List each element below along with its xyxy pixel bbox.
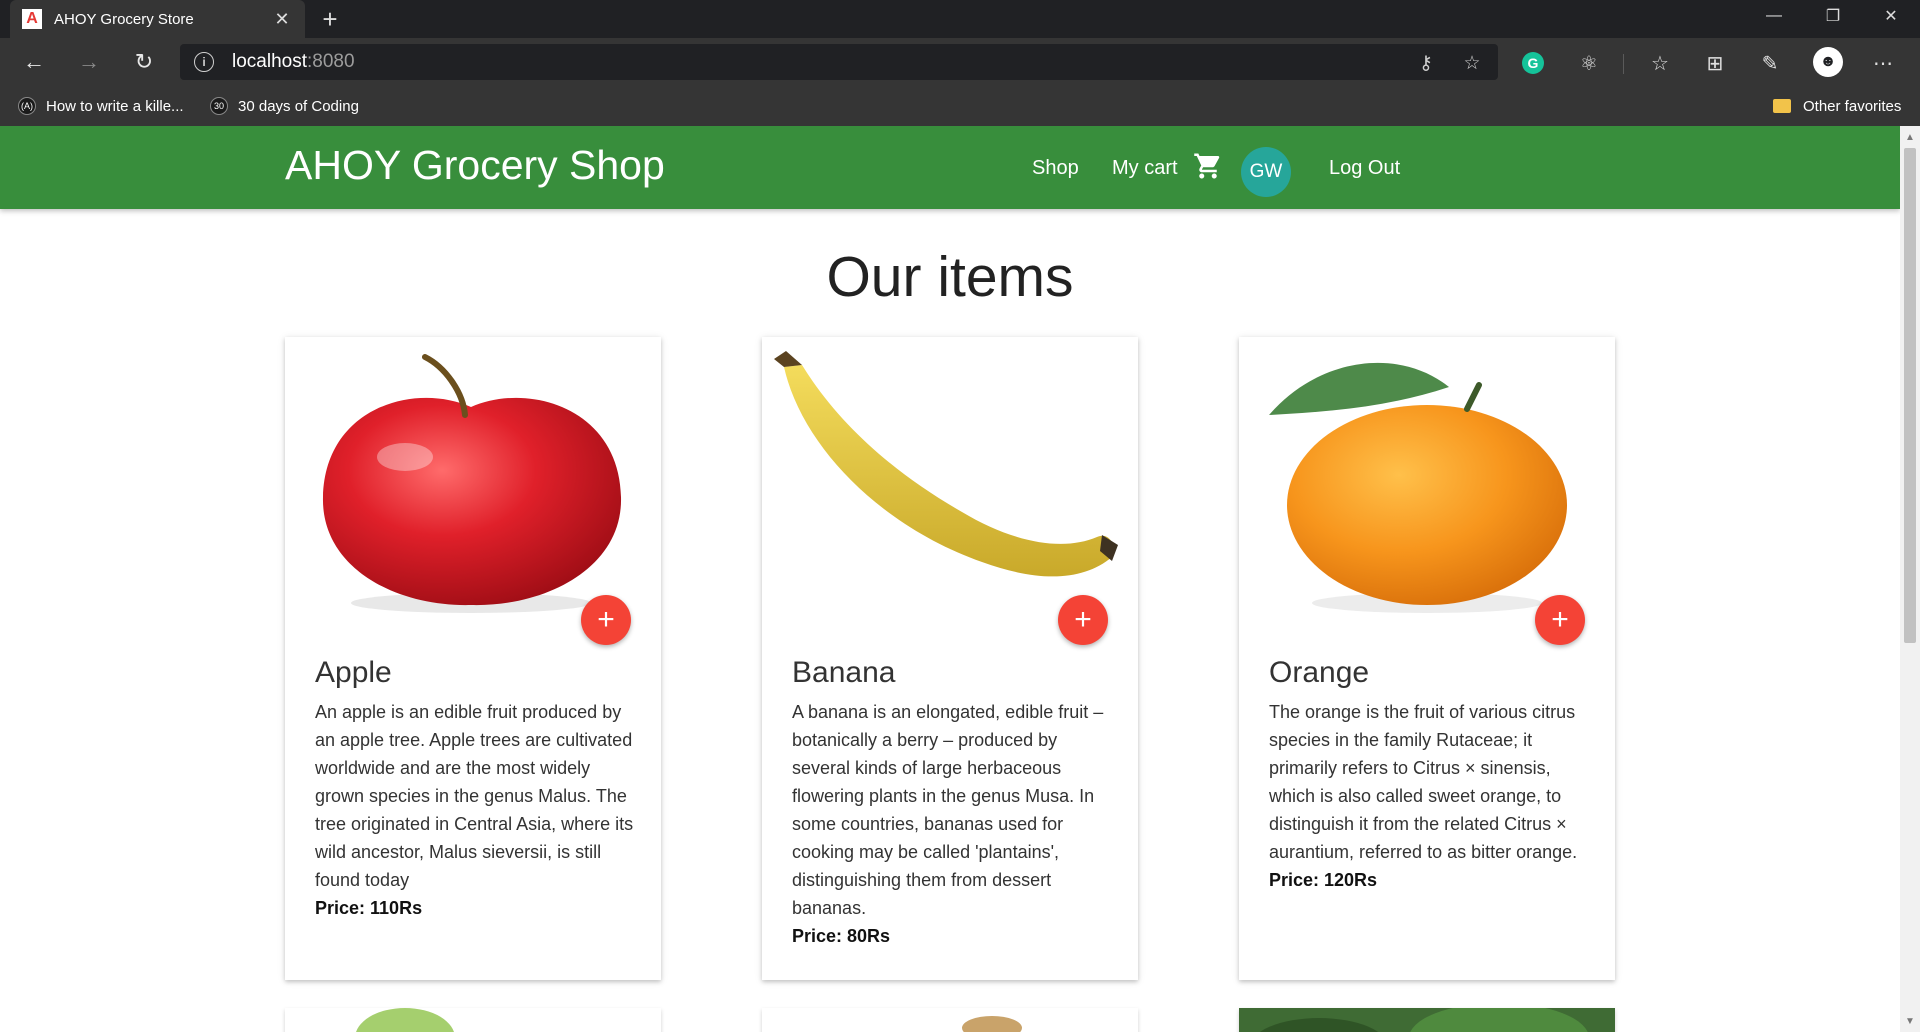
add-to-cart-button-orange[interactable]: + [1535, 595, 1585, 645]
product-name: Orange [1269, 656, 1370, 689]
plus-icon: + [597, 603, 615, 636]
favorite-star-icon[interactable]: ☆ [1458, 49, 1486, 77]
product-description-block: A banana is an elongated, edible fruit –… [792, 698, 1112, 950]
shopping-cart-icon[interactable] [1193, 151, 1223, 181]
product-price: Price: 80Rs [792, 926, 891, 946]
product-description-block: An apple is an edible fruit produced by … [315, 698, 635, 922]
bookmark-item[interactable]: 30 30 days of Coding [210, 86, 359, 126]
brand-title[interactable]: AHOY Grocery Shop [285, 142, 665, 189]
product-description: The orange is the fruit of various citru… [1269, 702, 1578, 862]
product-card-partial [762, 1008, 1138, 1032]
bookmark-favicon-icon: (A) [18, 97, 36, 115]
folder-icon [1773, 99, 1791, 113]
product-price: Price: 120Rs [1269, 870, 1378, 890]
react-devtools-icon[interactable]: ⚛ [1574, 48, 1604, 78]
grammarly-extension-icon[interactable]: G [1522, 52, 1544, 74]
orange-image [1239, 337, 1615, 627]
product-price: Price: 110Rs [315, 898, 423, 918]
product-name: Banana [792, 656, 896, 689]
other-favorites-label: Other favorites [1803, 97, 1902, 115]
product-name: Apple [315, 656, 392, 689]
new-tab-icon[interactable]: + [315, 4, 345, 34]
url-port: :8080 [307, 51, 355, 72]
address-bar[interactable]: i localhost:8080 ⚷ ☆ [180, 44, 1498, 80]
app-header: AHOY Grocery Shop Shop My cart GW Log Ou… [0, 126, 1900, 209]
profile-avatar-icon[interactable]: ☻ [1813, 47, 1843, 77]
add-to-cart-button-apple[interactable]: + [581, 595, 631, 645]
banana-image [762, 337, 1138, 627]
page-heading: Our items [826, 245, 1074, 309]
plus-icon: + [1551, 603, 1569, 636]
page-scrollbar[interactable]: ▲ ▼ [1900, 126, 1920, 1032]
collections-icon[interactable]: ⊞ [1700, 48, 1730, 78]
nav-logout-link[interactable]: Log Out [1329, 157, 1400, 180]
bookmark-label: How to write a kille... [46, 97, 184, 115]
product-card-banana: + Banana A banana is an elongated, edibl… [762, 337, 1138, 980]
plus-icon: + [1074, 603, 1092, 636]
bookmark-label: 30 days of Coding [238, 97, 359, 115]
toolbar-divider [1623, 54, 1624, 74]
forward-arrow-icon[interactable]: → [73, 46, 105, 78]
minimize-window-icon[interactable]: — [1745, 0, 1803, 32]
feedback-icon[interactable]: ✎ [1755, 48, 1785, 78]
apple-image [285, 337, 661, 627]
close-window-icon[interactable]: ✕ [1862, 0, 1920, 32]
browser-tab[interactable]: A AHOY Grocery Store ✕ [10, 0, 305, 38]
refresh-icon[interactable]: ↻ [128, 46, 160, 78]
page-viewport: AHOY Grocery Shop Shop My cart GW Log Ou… [0, 126, 1900, 1032]
product-card-partial [1239, 1008, 1615, 1032]
key-icon[interactable]: ⚷ [1412, 49, 1440, 77]
product-card-orange: + Orange The orange is the fruit of vari… [1239, 337, 1615, 980]
partial-product-image [962, 1016, 1022, 1032]
site-info-icon[interactable]: i [194, 52, 214, 72]
scroll-up-icon[interactable]: ▲ [1900, 128, 1920, 146]
close-tab-icon[interactable]: ✕ [271, 8, 293, 30]
nav-shop-link[interactable]: Shop [1032, 157, 1079, 180]
browser-toolbar: ← → ↻ i localhost:8080 ⚷ ☆ G ⚛ ☆ ⊞ ✎ ☻ ⋯ [0, 38, 1920, 86]
other-favorites-folder[interactable]: Other favorites [1773, 86, 1901, 126]
bookmarks-bar: (A) How to write a kille... 30 30 days o… [0, 86, 1920, 126]
product-description: A banana is an elongated, edible fruit –… [792, 702, 1104, 918]
favorites-list-icon[interactable]: ☆ [1645, 48, 1675, 78]
more-options-icon[interactable]: ⋯ [1868, 48, 1898, 78]
product-description: An apple is an edible fruit produced by … [315, 702, 634, 890]
tab-title: AHOY Grocery Store [54, 10, 194, 28]
add-to-cart-button-banana[interactable]: + [1058, 595, 1108, 645]
bookmark-favicon-icon: 30 [210, 97, 228, 115]
product-card-apple: + Apple An apple is an edible fruit prod… [285, 337, 661, 980]
bookmark-item[interactable]: (A) How to write a kille... [18, 86, 184, 126]
user-avatar[interactable]: GW [1241, 147, 1291, 197]
product-description-block: The orange is the fruit of various citru… [1269, 698, 1589, 894]
scroll-down-icon[interactable]: ▼ [1900, 1012, 1920, 1030]
partial-product-image [1259, 1008, 1588, 1032]
site-favicon-icon: A [22, 9, 42, 29]
scrollbar-thumb[interactable] [1904, 148, 1916, 643]
product-card-partial [285, 1008, 661, 1032]
browser-tab-strip: A AHOY Grocery Store ✕ + — ❐ ✕ [0, 0, 1920, 38]
restore-window-icon[interactable]: ❐ [1804, 0, 1862, 32]
nav-cart-link[interactable]: My cart [1112, 157, 1178, 180]
url-host: localhost [232, 51, 307, 72]
partial-product-image [356, 1008, 454, 1032]
back-arrow-icon[interactable]: ← [18, 46, 50, 78]
